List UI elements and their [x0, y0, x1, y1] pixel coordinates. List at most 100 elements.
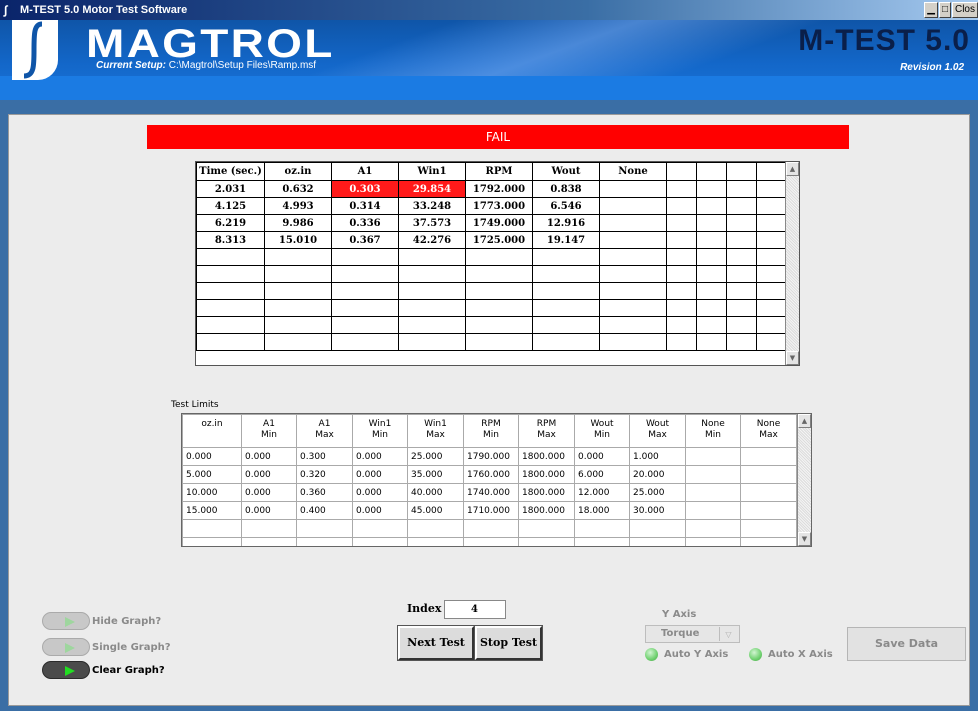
- limit-cell[interactable]: [518, 519, 575, 538]
- limit-cell[interactable]: 0.360: [296, 483, 353, 502]
- limit-cell[interactable]: [241, 537, 297, 546]
- result-cell[interactable]: [532, 316, 600, 334]
- result-cell[interactable]: [599, 197, 667, 215]
- result-cell[interactable]: [264, 299, 332, 317]
- limit-cell[interactable]: 35.000: [407, 465, 464, 484]
- result-cell[interactable]: [726, 197, 757, 215]
- limit-cell[interactable]: [352, 519, 408, 538]
- stop-test-button[interactable]: Stop Test: [474, 625, 543, 661]
- result-cell[interactable]: [756, 333, 787, 351]
- clear-graph-toggle[interactable]: Clear Graph?: [42, 661, 165, 679]
- result-cell[interactable]: [398, 282, 466, 300]
- result-cell[interactable]: [465, 316, 533, 334]
- limit-cell[interactable]: 1800.000: [518, 501, 575, 520]
- result-cell[interactable]: [196, 316, 265, 334]
- result-cell[interactable]: [398, 265, 466, 283]
- limit-cell[interactable]: [685, 447, 741, 466]
- next-test-button[interactable]: Next Test: [397, 625, 475, 661]
- results-scrollbar[interactable]: ▲ ▼: [785, 162, 799, 365]
- limit-cell[interactable]: 0.000: [241, 447, 297, 466]
- result-cell[interactable]: [756, 248, 787, 266]
- limit-cell[interactable]: 1.000: [629, 447, 686, 466]
- limit-cell[interactable]: 20.000: [629, 465, 686, 484]
- result-cell[interactable]: 4.125: [196, 197, 265, 215]
- result-cell[interactable]: [532, 333, 600, 351]
- limit-cell[interactable]: [407, 519, 464, 538]
- result-cell[interactable]: [532, 282, 600, 300]
- auto-x-axis-led-icon[interactable]: [749, 648, 762, 661]
- result-cell[interactable]: [196, 248, 265, 266]
- result-cell[interactable]: 1773.000: [465, 197, 533, 215]
- result-cell[interactable]: [465, 248, 533, 266]
- limit-cell[interactable]: [740, 501, 797, 520]
- limit-cell[interactable]: [296, 537, 353, 546]
- chevron-down-icon[interactable]: ▽: [719, 627, 737, 641]
- result-cell[interactable]: 6.546: [532, 197, 600, 215]
- result-cell[interactable]: [331, 282, 399, 300]
- limit-cell[interactable]: [182, 519, 242, 538]
- result-cell[interactable]: 29.854: [398, 180, 466, 198]
- result-cell[interactable]: [465, 333, 533, 351]
- result-cell[interactable]: [726, 248, 757, 266]
- result-cell[interactable]: [666, 214, 697, 232]
- result-cell[interactable]: 0.303: [331, 180, 399, 198]
- limit-cell[interactable]: [463, 537, 519, 546]
- limit-cell[interactable]: 30.000: [629, 501, 686, 520]
- save-data-button[interactable]: Save Data: [847, 627, 966, 661]
- limit-cell[interactable]: 0.320: [296, 465, 353, 484]
- limit-cell[interactable]: [685, 465, 741, 484]
- limit-cell[interactable]: 0.000: [241, 483, 297, 502]
- limit-cell[interactable]: [296, 519, 353, 538]
- result-cell[interactable]: [196, 265, 265, 283]
- limit-cell[interactable]: [352, 537, 408, 546]
- result-cell[interactable]: [599, 316, 667, 334]
- result-cell[interactable]: [696, 282, 727, 300]
- scroll-down-arrow-icon[interactable]: ▼: [786, 351, 799, 365]
- result-cell[interactable]: 1749.000: [465, 214, 533, 232]
- limit-cell[interactable]: 40.000: [407, 483, 464, 502]
- result-cell[interactable]: [726, 214, 757, 232]
- limit-cell[interactable]: [740, 537, 797, 546]
- result-cell[interactable]: 0.367: [331, 231, 399, 249]
- result-cell[interactable]: [398, 248, 466, 266]
- result-cell[interactable]: [666, 299, 697, 317]
- result-cell[interactable]: [666, 231, 697, 249]
- result-cell[interactable]: [696, 316, 727, 334]
- limit-cell[interactable]: [740, 447, 797, 466]
- result-cell[interactable]: [756, 282, 787, 300]
- result-cell[interactable]: [696, 248, 727, 266]
- result-cell[interactable]: [696, 265, 727, 283]
- y-axis-select[interactable]: Torque ▽: [645, 625, 740, 643]
- limit-cell[interactable]: [740, 483, 797, 502]
- result-cell[interactable]: [264, 333, 332, 351]
- result-cell[interactable]: 19.147: [532, 231, 600, 249]
- result-cell[interactable]: [264, 282, 332, 300]
- result-cell[interactable]: [465, 299, 533, 317]
- result-cell[interactable]: [726, 282, 757, 300]
- result-cell[interactable]: [599, 214, 667, 232]
- result-cell[interactable]: 4.993: [264, 197, 332, 215]
- result-cell[interactable]: [696, 333, 727, 351]
- result-cell[interactable]: 1792.000: [465, 180, 533, 198]
- result-cell[interactable]: [726, 333, 757, 351]
- result-cell[interactable]: [666, 282, 697, 300]
- limit-cell[interactable]: [629, 537, 686, 546]
- result-cell[interactable]: 6.219: [196, 214, 265, 232]
- scroll-up-arrow-icon[interactable]: ▲: [786, 162, 799, 176]
- result-cell[interactable]: [599, 333, 667, 351]
- result-cell[interactable]: 9.986: [264, 214, 332, 232]
- limit-cell[interactable]: 0.000: [352, 483, 408, 502]
- limit-cell[interactable]: [463, 519, 519, 538]
- close-button[interactable]: Clos: [951, 2, 978, 18]
- limit-cell[interactable]: 25.000: [629, 483, 686, 502]
- limit-cell[interactable]: [574, 537, 630, 546]
- result-cell[interactable]: [532, 248, 600, 266]
- result-cell[interactable]: [726, 231, 757, 249]
- result-cell[interactable]: [756, 214, 787, 232]
- result-cell[interactable]: 42.276: [398, 231, 466, 249]
- limit-cell[interactable]: 1760.000: [463, 465, 519, 484]
- limit-cell[interactable]: [407, 537, 464, 546]
- result-cell[interactable]: [599, 282, 667, 300]
- scroll-down-arrow-icon[interactable]: ▼: [798, 532, 811, 546]
- toggle-switch[interactable]: [42, 612, 90, 630]
